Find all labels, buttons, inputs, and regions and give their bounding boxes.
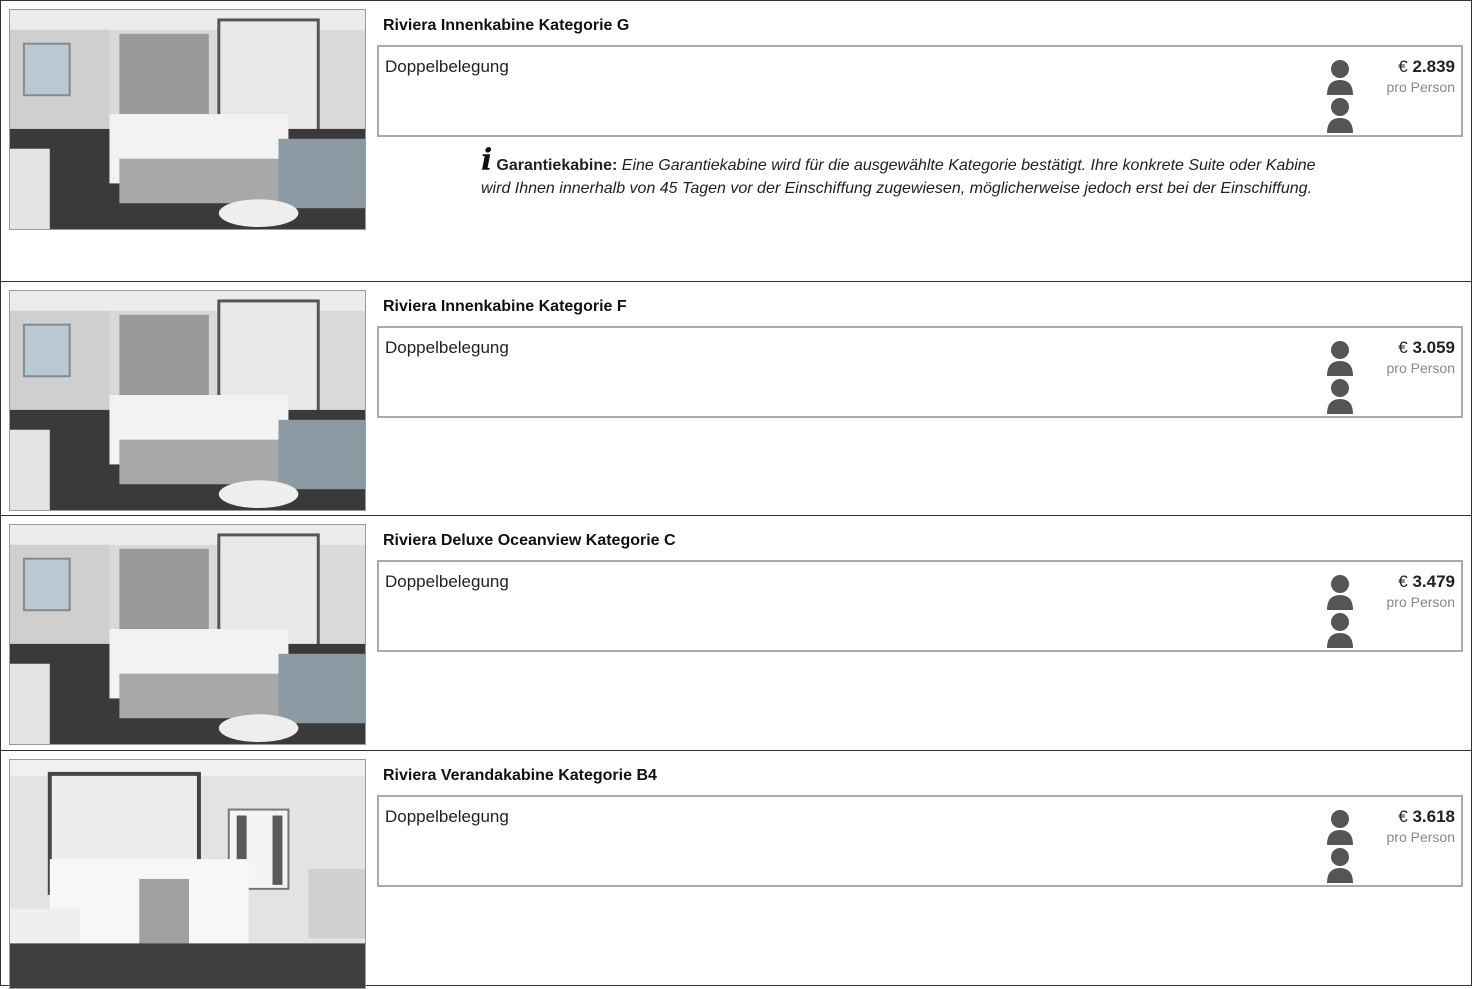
price: € 3.618 pro Person [1387, 807, 1455, 845]
info-icon: i [481, 143, 493, 178]
price: € 2.839 pro Person [1387, 57, 1455, 95]
occupancy-option[interactable]: Doppelbelegung € 3.479 pro Person [377, 560, 1463, 652]
price-per-person: pro Person [1386, 594, 1455, 610]
cabin-photo-illustration [10, 291, 365, 510]
cabin-photo[interactable] [9, 290, 366, 511]
cabin-photo-illustration [10, 760, 365, 988]
price-amount: € 3.479 [1387, 572, 1455, 592]
occupancy-persons [1325, 809, 1355, 887]
person-icon [1327, 848, 1353, 883]
person-icon [1327, 98, 1353, 133]
occupancy-label: Doppelbelegung [385, 807, 509, 826]
occupancy-option[interactable]: Doppelbelegung € 2.839 pro Person [377, 45, 1463, 137]
cabin-title: Riviera Verandakabine Kategorie B4 [383, 767, 657, 784]
cabin-title: Riviera Deluxe Oceanview Kategorie C [383, 532, 676, 549]
cabin-card: Riviera Innenkabine Kategorie G Doppelbe… [0, 0, 1472, 282]
occupancy-option[interactable]: Doppelbelegung € 3.059 pro Person [377, 326, 1463, 418]
price-currency: € [1398, 338, 1408, 357]
person-icon [1327, 341, 1353, 376]
price-value: 2.839 [1412, 57, 1455, 76]
occupancy-label: Doppelbelegung [385, 338, 509, 357]
person-icon [1327, 575, 1353, 610]
price-per-person: pro Person [1386, 829, 1455, 845]
price-currency: € [1398, 57, 1408, 76]
price-amount: € 3.618 [1387, 807, 1455, 827]
price-value: 3.618 [1412, 807, 1455, 826]
occupancy-option[interactable]: Doppelbelegung € 3.618 pro Person [377, 795, 1463, 887]
occupancy-persons [1325, 59, 1355, 137]
person-icon [1327, 810, 1353, 845]
cabin-title: Riviera Innenkabine Kategorie F [383, 298, 627, 315]
person-icon [1327, 60, 1353, 95]
cabin-title: Riviera Innenkabine Kategorie G [383, 17, 630, 34]
price-currency: € [1398, 572, 1408, 591]
cabin-card: Riviera Deluxe Oceanview Kategorie C Dop… [0, 516, 1472, 751]
price-amount: € 3.059 [1387, 338, 1455, 358]
price: € 3.059 pro Person [1387, 338, 1455, 376]
person-icon [1327, 613, 1353, 648]
price-value: 3.059 [1412, 338, 1455, 357]
occupancy-persons [1325, 574, 1355, 652]
cabin-photo[interactable] [9, 759, 366, 989]
cabin-photo[interactable] [9, 9, 366, 230]
cabin-card: Riviera Innenkabine Kategorie F Doppelbe… [0, 282, 1472, 516]
occupancy-label: Doppelbelegung [385, 57, 509, 76]
price-per-person: pro Person [1386, 360, 1455, 376]
price-currency: € [1398, 807, 1408, 826]
price-value: 3.479 [1412, 572, 1455, 591]
person-icon [1327, 379, 1353, 414]
occupancy-label: Doppelbelegung [385, 572, 509, 591]
guarantee-label: Garantiekabine: [496, 157, 618, 174]
cabin-card: Riviera Verandakabine Kategorie B4 Doppe… [0, 751, 1472, 989]
cabin-photo[interactable] [9, 524, 366, 745]
occupancy-persons [1325, 340, 1355, 418]
price-amount: € 2.839 [1387, 57, 1455, 77]
price: € 3.479 pro Person [1387, 572, 1455, 610]
cabin-photo-illustration [10, 525, 365, 744]
price-per-person: pro Person [1386, 79, 1455, 95]
guarantee-note: i Garantiekabine: Eine Garantiekabine wir… [481, 146, 1321, 200]
cabin-photo-illustration [10, 10, 365, 229]
cabin-list: Riviera Innenkabine Kategorie G Doppelbe… [0, 0, 1472, 989]
